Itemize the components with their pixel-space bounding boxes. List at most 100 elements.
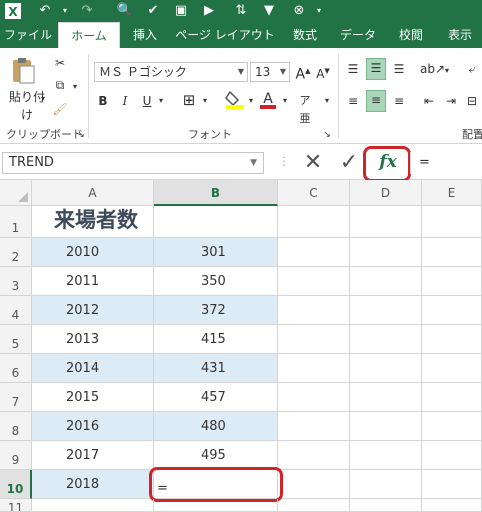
cell-b7[interactable]: 457: [154, 383, 278, 412]
cell-d1[interactable]: [350, 206, 422, 238]
underline-button[interactable]: U: [140, 92, 154, 110]
cell-e11[interactable]: [422, 499, 482, 512]
wrap-text-icon[interactable]: ⤶: [462, 60, 482, 78]
underline-dropdown-icon[interactable]: ▾: [156, 92, 166, 110]
cell-e8[interactable]: [422, 412, 482, 441]
align-top-icon[interactable]: ☰: [344, 60, 362, 78]
cell-c1[interactable]: [278, 206, 350, 238]
customize-qat-icon[interactable]: ▾: [310, 2, 328, 20]
redo-icon[interactable]: ↷: [78, 2, 96, 20]
tab-file[interactable]: ファイル: [0, 22, 56, 48]
tab-page-layout[interactable]: ページ レイアウト: [172, 22, 278, 48]
cell-b8[interactable]: 480: [154, 412, 278, 441]
cell-d5[interactable]: [350, 325, 422, 354]
borders-icon[interactable]: ⊞: [180, 91, 198, 109]
merge-center-icon[interactable]: ⊟: [462, 92, 482, 110]
cell-a4[interactable]: 2012: [32, 296, 154, 325]
orientation-icon[interactable]: ab↗: [420, 60, 445, 78]
undo-dropdown-icon[interactable]: ▾: [56, 2, 74, 20]
cell-b9[interactable]: 495: [154, 441, 278, 470]
cell-c8[interactable]: [278, 412, 350, 441]
cell-a5[interactable]: 2013: [32, 325, 154, 354]
save-icon[interactable]: ▣: [172, 2, 190, 20]
cell-d11[interactable]: [350, 499, 422, 512]
cut-icon[interactable]: ✂: [50, 54, 70, 72]
align-middle-icon[interactable]: ☰: [366, 58, 386, 80]
cell-c7[interactable]: [278, 383, 350, 412]
decrease-indent-icon[interactable]: ⇤: [420, 92, 438, 110]
cell-e10[interactable]: [422, 470, 482, 499]
cell-a1[interactable]: 来場者数: [32, 206, 154, 238]
cell-b11[interactable]: [154, 499, 278, 512]
cell-a6[interactable]: 2014: [32, 354, 154, 383]
cell-c3[interactable]: [278, 267, 350, 296]
cancel-icon[interactable]: ✕: [296, 150, 330, 176]
row-header[interactable]: 10: [0, 470, 32, 499]
tab-insert[interactable]: 挿入: [120, 22, 170, 48]
cell-b4[interactable]: 372: [154, 296, 278, 325]
cell-c5[interactable]: [278, 325, 350, 354]
cell-e3[interactable]: [422, 267, 482, 296]
cell-d9[interactable]: [350, 441, 422, 470]
cell-b3[interactable]: 350: [154, 267, 278, 296]
row-header[interactable]: 4: [0, 296, 32, 325]
cell-a9[interactable]: 2017: [32, 441, 154, 470]
name-box[interactable]: TREND ▼: [2, 152, 264, 174]
cell-e2[interactable]: [422, 238, 482, 267]
borders-dropdown-icon[interactable]: ▾: [200, 92, 210, 110]
select-all-corner[interactable]: [0, 180, 32, 206]
cell-e1[interactable]: [422, 206, 482, 238]
tab-view[interactable]: 表示: [438, 22, 482, 48]
spell-check-icon[interactable]: ✔: [144, 2, 162, 20]
cell-b5[interactable]: 415: [154, 325, 278, 354]
font-color-dropdown-icon[interactable]: ▾: [280, 92, 290, 110]
clear-icon[interactable]: ⊗: [290, 2, 308, 20]
row-header[interactable]: 5: [0, 325, 32, 354]
row-header[interactable]: 2: [0, 238, 32, 267]
cell-d7[interactable]: [350, 383, 422, 412]
copy-icon[interactable]: ⧉: [50, 76, 70, 94]
tab-review[interactable]: 校閲: [388, 22, 434, 48]
sort-icon[interactable]: ⇅: [232, 2, 250, 20]
row-header[interactable]: 8: [0, 412, 32, 441]
cell-d8[interactable]: [350, 412, 422, 441]
cell-a3[interactable]: 2011: [32, 267, 154, 296]
macro-icon[interactable]: ▶: [200, 2, 218, 20]
row-header[interactable]: 9: [0, 441, 32, 470]
row-header[interactable]: 1: [0, 206, 32, 238]
enter-icon[interactable]: ✓: [334, 150, 364, 176]
align-bottom-icon[interactable]: ☰: [390, 60, 408, 78]
cell-c6[interactable]: [278, 354, 350, 383]
cell-d2[interactable]: [350, 238, 422, 267]
column-header-a[interactable]: A: [32, 180, 154, 206]
format-painter-icon[interactable]: 🖌: [50, 100, 70, 118]
align-left-icon[interactable]: ≡: [344, 92, 362, 110]
cell-a2[interactable]: 2010: [32, 238, 154, 267]
cell-c4[interactable]: [278, 296, 350, 325]
cell-a8[interactable]: 2016: [32, 412, 154, 441]
tab-data[interactable]: データ: [332, 22, 384, 48]
row-header[interactable]: 7: [0, 383, 32, 412]
tab-home[interactable]: ホーム: [58, 22, 120, 48]
cell-e5[interactable]: [422, 325, 482, 354]
align-center-icon[interactable]: ≡: [366, 90, 386, 112]
print-preview-icon[interactable]: 🔍: [116, 2, 134, 20]
font-color-icon[interactable]: A: [258, 88, 278, 110]
cell-c2[interactable]: [278, 238, 350, 267]
tab-formulas[interactable]: 数式: [282, 22, 328, 48]
cell-b2[interactable]: 301: [154, 238, 278, 267]
cell-a7[interactable]: 2015: [32, 383, 154, 412]
row-header[interactable]: 6: [0, 354, 32, 383]
column-header-d[interactable]: D: [350, 180, 422, 206]
column-header-e[interactable]: E: [422, 180, 482, 206]
font-size-select[interactable]: 13 ▼: [250, 62, 290, 82]
align-right-icon[interactable]: ≡: [390, 92, 408, 110]
phonetic-dropdown-icon[interactable]: ▾: [322, 92, 332, 110]
orientation-dropdown-icon[interactable]: ▾: [442, 62, 452, 80]
clipboard-launcher-icon[interactable]: ↘: [76, 126, 86, 144]
increase-font-size-icon[interactable]: A▲: [294, 62, 312, 84]
cell-c9[interactable]: [278, 441, 350, 470]
filter-icon[interactable]: ▼: [260, 2, 278, 20]
increase-indent-icon[interactable]: ⇥: [442, 92, 460, 110]
cell-b1[interactable]: [154, 206, 278, 238]
